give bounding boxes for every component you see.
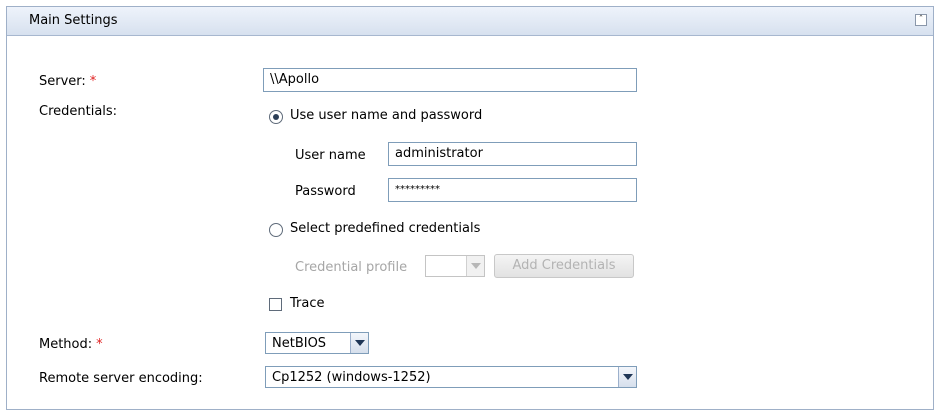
use-user-pass-radio[interactable]	[269, 110, 283, 124]
chevron-down-icon[interactable]	[466, 256, 484, 276]
method-label-text: Method:	[39, 337, 93, 352]
chevron-down-icon[interactable]	[618, 367, 636, 387]
encoding-value: Cp1252 (windows-1252)	[272, 370, 431, 385]
predefined-credentials-label[interactable]: Select predefined credentials	[290, 221, 480, 236]
username-label: User name	[295, 148, 366, 163]
credential-profile-label: Credential profile	[295, 260, 408, 275]
server-label-text: Server:	[39, 74, 86, 89]
panel-title: Main Settings	[29, 13, 118, 28]
password-label: Password	[295, 184, 356, 199]
use-user-pass-label[interactable]: Use user name and password	[290, 108, 482, 123]
credentials-label: Credentials:	[39, 104, 118, 119]
method-label: Method: *	[39, 337, 103, 352]
add-credentials-button[interactable]: Add Credentials	[494, 254, 634, 278]
required-mark: *	[96, 337, 103, 352]
double-chevron-up-icon[interactable]: ˆ	[915, 14, 927, 26]
credential-profile-select[interactable]	[425, 255, 485, 277]
password-input[interactable]: *********	[388, 178, 637, 202]
username-input[interactable]: administrator	[388, 142, 637, 166]
encoding-select[interactable]: Cp1252 (windows-1252)	[265, 366, 637, 388]
required-mark: *	[89, 74, 97, 89]
method-select[interactable]: NetBIOS	[265, 332, 369, 354]
main-settings-panel: Main Settings ˆ Server: * \\Apollo Creden…	[6, 6, 934, 410]
predefined-credentials-radio[interactable]	[269, 223, 283, 237]
chevron-down-icon[interactable]	[350, 333, 368, 353]
trace-label[interactable]: Trace	[290, 296, 325, 311]
panel-header[interactable]: Main Settings ˆ	[7, 7, 933, 36]
encoding-label: Remote server encoding:	[39, 371, 203, 386]
server-label: Server: *	[39, 74, 96, 89]
method-value: NetBIOS	[272, 336, 327, 351]
server-input[interactable]: \\Apollo	[263, 68, 637, 92]
trace-checkbox[interactable]	[269, 298, 282, 311]
